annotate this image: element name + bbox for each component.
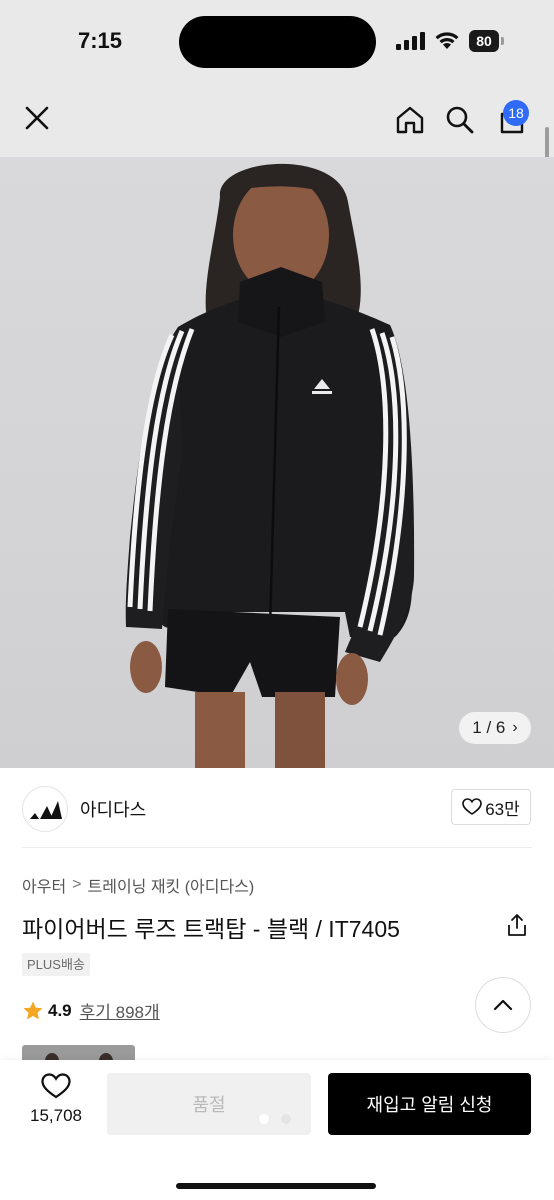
battery-level: 80 [469, 30, 499, 52]
restock-alert-button[interactable]: 재입고 알림 신청 [328, 1073, 531, 1135]
home-button[interactable] [390, 100, 430, 140]
page-dots [259, 1114, 303, 1124]
product-photo [125, 163, 415, 768]
cart-count-badge: 18 [503, 100, 529, 126]
shipping-badge: PLUS배송 [22, 953, 90, 976]
heart-icon [462, 798, 483, 815]
image-counter-text: 1 / 6 [472, 718, 506, 737]
breadcrumb: 아우터 > 트레이닝 재킷 (아디다스) [22, 873, 254, 897]
wifi-icon [435, 32, 459, 49]
star-icon [23, 1001, 43, 1019]
product-title: 파이어버드 루즈 트랙탑 - 블랙 / IT7405 [22, 916, 400, 942]
rating-value: 4.9 [48, 1000, 72, 1020]
breadcrumb-subcategory[interactable]: 트레이닝 재킷 (아디다스) [88, 873, 255, 897]
search-button[interactable] [440, 100, 480, 140]
page-dot-active [259, 1114, 269, 1124]
chevron-up-icon [493, 999, 513, 1011]
product-image[interactable] [0, 157, 554, 768]
share-button[interactable] [503, 911, 531, 939]
breadcrumb-category[interactable]: 아우터 [22, 873, 66, 897]
battery-tip [501, 37, 504, 45]
page-dot [281, 1114, 291, 1124]
heart-icon [41, 1073, 71, 1099]
brand-like-count: 63만 [485, 799, 520, 819]
status-time: 7:15 [78, 28, 123, 53]
scroll-to-top-button[interactable] [475, 977, 531, 1033]
rating-row: 4.9 후기 898개 [22, 998, 160, 1023]
close-icon [25, 106, 49, 130]
home-indicator [176, 1183, 376, 1189]
chevron-right-icon: › [512, 719, 518, 736]
divider [22, 847, 532, 848]
dynamic-island [179, 16, 376, 68]
wishlist-button[interactable]: 15,708 [14, 1073, 98, 1135]
share-icon [508, 914, 526, 936]
search-icon [446, 106, 474, 134]
review-link[interactable]: 후기 898개 [80, 998, 160, 1023]
signal-icon [396, 32, 425, 50]
status-bar: 7:15 80 [0, 0, 554, 82]
adidas-logo-icon [30, 801, 62, 819]
breadcrumb-separator: > [72, 876, 82, 893]
battery-indicator: 80 [469, 30, 505, 52]
close-button[interactable] [17, 98, 57, 138]
soldout-button: 품절 [107, 1073, 311, 1135]
brand-name[interactable]: 아디다스 [80, 796, 146, 822]
product-detail-page: 7:15 80 18 1 / 6 › 아디다스 63만 아우터 > 트레이닝 재… [0, 0, 554, 1200]
home-icon [396, 106, 424, 134]
brand-logo[interactable] [22, 786, 68, 832]
top-navigation-bar [0, 82, 554, 157]
brand-like-button[interactable]: 63만 [451, 789, 531, 825]
image-counter[interactable]: 1 / 6 › [459, 712, 531, 744]
wishlist-count: 15,708 [30, 1106, 82, 1125]
